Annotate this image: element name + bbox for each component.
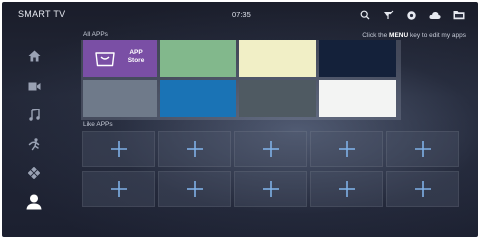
folder-icon[interactable]: [453, 9, 465, 21]
plus-icon: [414, 141, 431, 157]
plus-icon: [338, 181, 355, 197]
plus-icon: [262, 141, 279, 157]
like-app-add-slot[interactable]: [386, 131, 459, 167]
app-tile-blue[interactable]: [160, 80, 236, 117]
like-apps-title: Like APPs: [83, 121, 113, 128]
app-tile-white[interactable]: [319, 80, 396, 117]
plus-icon: [414, 181, 431, 197]
plus-icon: [262, 181, 279, 197]
like-app-add-slot[interactable]: [158, 131, 231, 167]
plus-icon: [338, 141, 355, 157]
plus-icon: [186, 181, 203, 197]
user-icon[interactable]: [24, 192, 44, 212]
cloud-icon[interactable]: [429, 9, 441, 21]
app-tile-slate[interactable]: [239, 80, 316, 117]
search-icon[interactable]: [359, 9, 371, 21]
music-icon[interactable]: [26, 107, 42, 123]
app-store-label-line2: Store: [127, 57, 145, 64]
app-tile-cream[interactable]: [239, 40, 316, 77]
like-app-add-slot[interactable]: [386, 171, 459, 207]
like-app-add-slot[interactable]: [82, 131, 155, 167]
plus-icon: [110, 141, 127, 157]
like-app-add-slot[interactable]: [310, 131, 383, 167]
plus-icon: [186, 141, 203, 157]
like-app-add-slot[interactable]: [158, 171, 231, 207]
like-app-add-slot[interactable]: [234, 131, 307, 167]
sports-icon[interactable]: [26, 136, 42, 152]
hint-prefix: Click the: [362, 32, 388, 39]
app-store-tile[interactable]: APP Store: [83, 40, 157, 77]
sidebar: [2, 28, 66, 237]
clock: 07:35: [232, 10, 251, 19]
like-app-add-slot[interactable]: [234, 171, 307, 207]
apps-icon[interactable]: [26, 165, 42, 181]
shopping-bag-icon: [95, 52, 115, 67]
home-icon[interactable]: [26, 48, 42, 64]
tv-screen: SMART TV 07:35 All APPs Click the MENU k…: [2, 2, 478, 237]
app-store-label: APP Store: [123, 49, 149, 65]
top-bar: SMART TV 07:35: [2, 2, 478, 28]
app-tile-gray[interactable]: [83, 80, 157, 117]
plus-icon: [110, 181, 127, 197]
app-store-label-line1: APP: [129, 49, 143, 56]
brand-title: SMART TV: [18, 9, 66, 19]
app-tile-navy[interactable]: [319, 40, 396, 77]
hint-key: MENU: [389, 32, 409, 39]
like-app-add-slot[interactable]: [82, 171, 155, 207]
settings-icon[interactable]: [405, 9, 417, 21]
like-app-add-slot[interactable]: [310, 171, 383, 207]
hint-suffix: key to edit my apps: [410, 32, 466, 39]
antenna-icon[interactable]: [382, 9, 394, 21]
video-icon[interactable]: [26, 78, 42, 94]
all-apps-title: All APPs: [83, 31, 108, 38]
app-tile-green[interactable]: [160, 40, 236, 77]
edit-hint: Click the MENU key to edit my apps: [362, 32, 466, 39]
